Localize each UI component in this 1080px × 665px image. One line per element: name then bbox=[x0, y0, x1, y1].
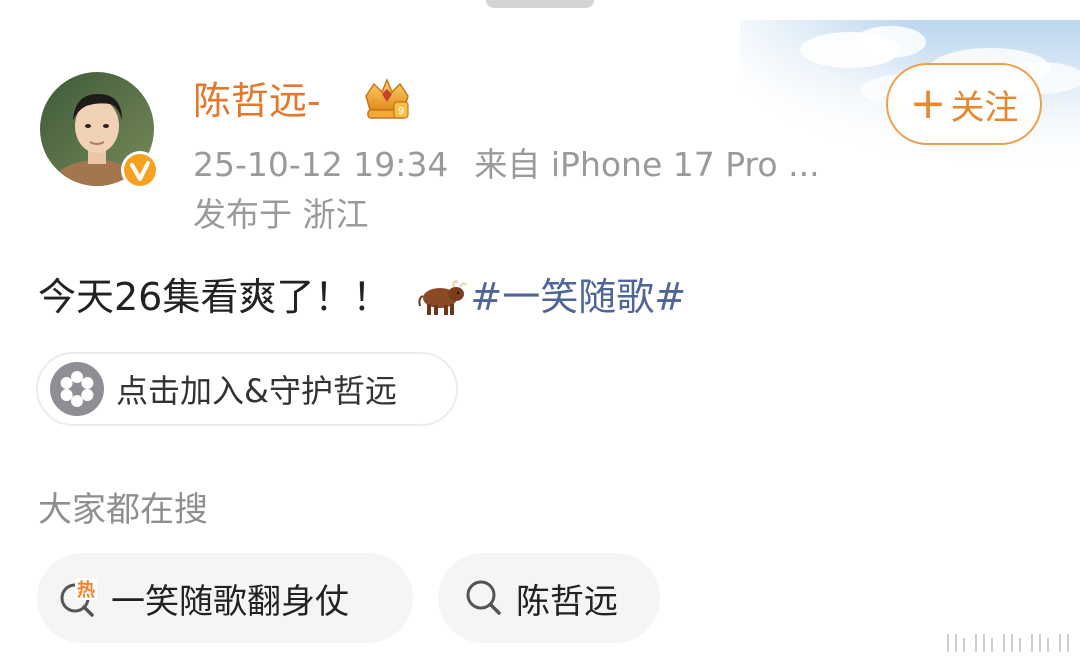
flower-icon bbox=[50, 362, 104, 416]
search-chip-label: 一笑随歌翻身仗 bbox=[111, 581, 349, 622]
fan-club-chip[interactable]: 点击加入&守护哲远 bbox=[36, 352, 458, 426]
plus-icon: + bbox=[909, 78, 947, 129]
follow-button-label: 关注 bbox=[950, 87, 1019, 128]
bull-emoji-icon bbox=[418, 280, 468, 315]
avatar[interactable] bbox=[40, 72, 159, 189]
drag-handle[interactable] bbox=[486, 0, 594, 8]
verified-badge-icon bbox=[121, 151, 159, 189]
hot-search-icon: 热 bbox=[60, 578, 97, 617]
post-body: 今天26集看爽了！！ #一笑随歌# bbox=[38, 272, 686, 322]
post-meta: 25-10-12 19:34 来自 iPhone 17 Pro ... bbox=[193, 143, 820, 187]
hashtag-link[interactable]: #一笑随歌# bbox=[470, 272, 686, 322]
search-chip[interactable]: 陈哲远 bbox=[438, 553, 660, 643]
post-source: 来自 iPhone 17 Pro ... bbox=[474, 145, 820, 184]
search-chip-hot[interactable]: 热 一笑随歌翻身仗 bbox=[37, 553, 413, 643]
follow-button[interactable]: + 关注 bbox=[886, 63, 1042, 145]
post-location: 发布于 浙江 bbox=[193, 195, 369, 234]
username[interactable]: 陈哲远- bbox=[193, 76, 321, 126]
post-timestamp: 25-10-12 19:34 bbox=[193, 145, 449, 184]
watermark-icon bbox=[947, 634, 1069, 652]
search-chip-label: 陈哲远 bbox=[516, 581, 618, 622]
trending-search-title: 大家都在搜 bbox=[38, 490, 208, 530]
fan-club-chip-label: 点击加入&守护哲远 bbox=[116, 372, 397, 410]
crown-badge-icon[interactable]: 9 bbox=[358, 76, 416, 124]
post-text: 今天26集看爽了！！ bbox=[38, 275, 391, 319]
svg-text:9: 9 bbox=[398, 106, 404, 117]
search-icon bbox=[466, 580, 501, 615]
svg-text:热: 热 bbox=[77, 579, 95, 601]
